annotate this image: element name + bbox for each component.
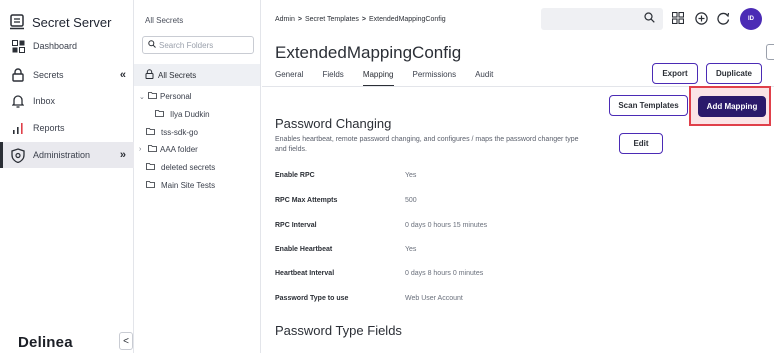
breadcrumb-current: ExtendedMappingConfig [368,16,446,23]
nav-item-label: Reports [33,123,65,133]
setting-row: Enable Heartbeat Yes [275,246,675,258]
setting-label: RPC Max Attempts [275,197,338,204]
secret-server-icon [10,14,24,30]
collapse-nav-button[interactable]: < [119,332,133,350]
setting-label: Enable Heartbeat [275,246,333,253]
folder-search-placeholder: Search Folders [159,40,214,50]
bell-icon [10,93,26,109]
side-panel-toggle[interactable] [766,44,774,60]
user-avatar[interactable]: ID [740,8,762,30]
folder-deleted-secrets[interactable]: deleted secrets [146,163,215,172]
delinea-logo: Delinea [18,334,73,351]
folder-icon [146,181,155,190]
folder-label: Main Site Tests [161,181,216,190]
setting-value: Yes [405,246,417,253]
caret-right-icon[interactable]: › [139,146,145,153]
breadcrumb-secret-templates[interactable]: Secret Templates [305,16,359,23]
folder-label: Ilya Dudkin [170,110,210,119]
add-mapping-button[interactable]: Add Mapping [698,96,766,117]
tab-permissions[interactable]: Permissions [413,70,457,87]
password-changing-title: Password Changing [275,116,392,131]
folder-icon [148,145,157,154]
global-search-input[interactable] [541,8,663,30]
tab-bar: General Fields Mapping Permissions Audit [275,70,512,87]
folder-panel-title: All Secrets [145,16,184,25]
caret-down-icon[interactable]: ⌄ [139,93,145,101]
breadcrumb-separator: > [361,16,366,23]
folder-icon [146,163,155,172]
setting-row: Password Type to use Web User Account [275,295,675,307]
brand[interactable]: Secret Server [10,14,111,30]
shield-gear-icon [10,147,26,163]
setting-row: Heartbeat Interval 0 days 8 hours 0 minu… [275,270,675,282]
duplicate-button[interactable]: Duplicate [706,63,762,84]
expand-chevron-icon[interactable]: » [120,149,126,161]
folder-label: All Secrets [158,70,197,80]
tab-mapping[interactable]: Mapping [362,70,394,87]
search-icon [148,40,156,50]
folder-aaa-folder[interactable]: › AAA folder [139,145,198,154]
folder-label: Personal [160,92,192,101]
folder-all-secrets[interactable]: All Secrets [134,64,260,86]
nav-item-inbox[interactable]: Inbox [0,88,134,114]
setting-label: RPC Interval [275,222,317,229]
setting-value: 500 [405,197,417,204]
breadcrumb-separator: > [297,16,302,23]
password-changing-description: Enables heartbeat, remote password chang… [275,136,579,153]
add-circle-icon[interactable] [693,10,709,26]
bar-chart-icon [10,120,26,136]
folder-search-input[interactable]: Search Folders [142,36,254,54]
nav-item-label: Administration [33,150,91,160]
setting-label: Enable RPC [275,172,315,179]
nav-item-label: Inbox [33,96,56,106]
setting-row: Enable RPC Yes [275,172,675,184]
folder-panel: All Secrets Search Folders All Secrets ⌄… [134,0,261,353]
nav-item-administration[interactable]: Administration » [0,142,134,168]
edit-button[interactable]: Edit [619,133,663,154]
folder-label: tss-sdk-go [161,128,198,137]
nav-item-label: Dashboard [33,41,78,51]
collapse-chevron-icon[interactable]: « [120,69,126,81]
nav-item-secrets[interactable]: Secrets « [0,62,134,88]
export-button[interactable]: Export [652,63,698,84]
apps-grid-icon[interactable] [670,10,686,26]
tab-fields[interactable]: Fields [322,70,343,87]
setting-label: Heartbeat Interval [275,270,335,277]
setting-value: Web User Account [405,295,463,302]
setting-row: RPC Max Attempts 500 [275,197,675,209]
tab-audit[interactable]: Audit [475,70,493,87]
setting-row: RPC Interval 0 days 0 hours 15 minutes [275,222,675,234]
search-icon [644,12,655,26]
setting-value: 0 days 8 hours 0 minutes [405,270,484,277]
main-content: Admin > Secret Templates > ExtendedMappi… [262,0,774,353]
folder-icon [146,128,155,137]
folder-personal[interactable]: ⌄ Personal [139,92,192,101]
brand-name: Secret Server [32,14,112,30]
nav-item-reports[interactable]: Reports [0,115,134,141]
folder-ilya-dudkin[interactable]: Ilya Dudkin [155,110,210,119]
setting-label: Password Type to use [275,295,349,302]
page-title: ExtendedMappingConfig [275,43,462,62]
folder-icon [155,110,164,119]
folder-icon [148,92,157,101]
lock-icon [145,69,154,81]
history-icon[interactable] [715,10,731,26]
nav-item-label: Secrets [33,70,64,80]
folder-tss-sdk-go[interactable]: tss-sdk-go [146,128,198,137]
nav-item-dashboard[interactable]: Dashboard [0,33,134,59]
left-nav: Secret Server Dashboard Secrets « Inbox … [0,0,134,353]
setting-value: 0 days 0 hours 15 minutes [405,222,488,229]
folder-main-site-tests[interactable]: Main Site Tests [146,181,215,190]
password-type-fields-title: Password Type Fields [275,323,402,338]
dashboard-icon [10,38,26,54]
tab-general[interactable]: General [275,70,303,87]
breadcrumb: Admin > Secret Templates > ExtendedMappi… [275,16,446,23]
lock-icon [10,67,26,83]
folder-label: deleted secrets [161,163,216,172]
breadcrumb-admin[interactable]: Admin [275,16,295,23]
setting-value: Yes [405,172,417,179]
folder-label: AAA folder [160,145,198,154]
scan-templates-button[interactable]: Scan Templates [609,95,688,116]
